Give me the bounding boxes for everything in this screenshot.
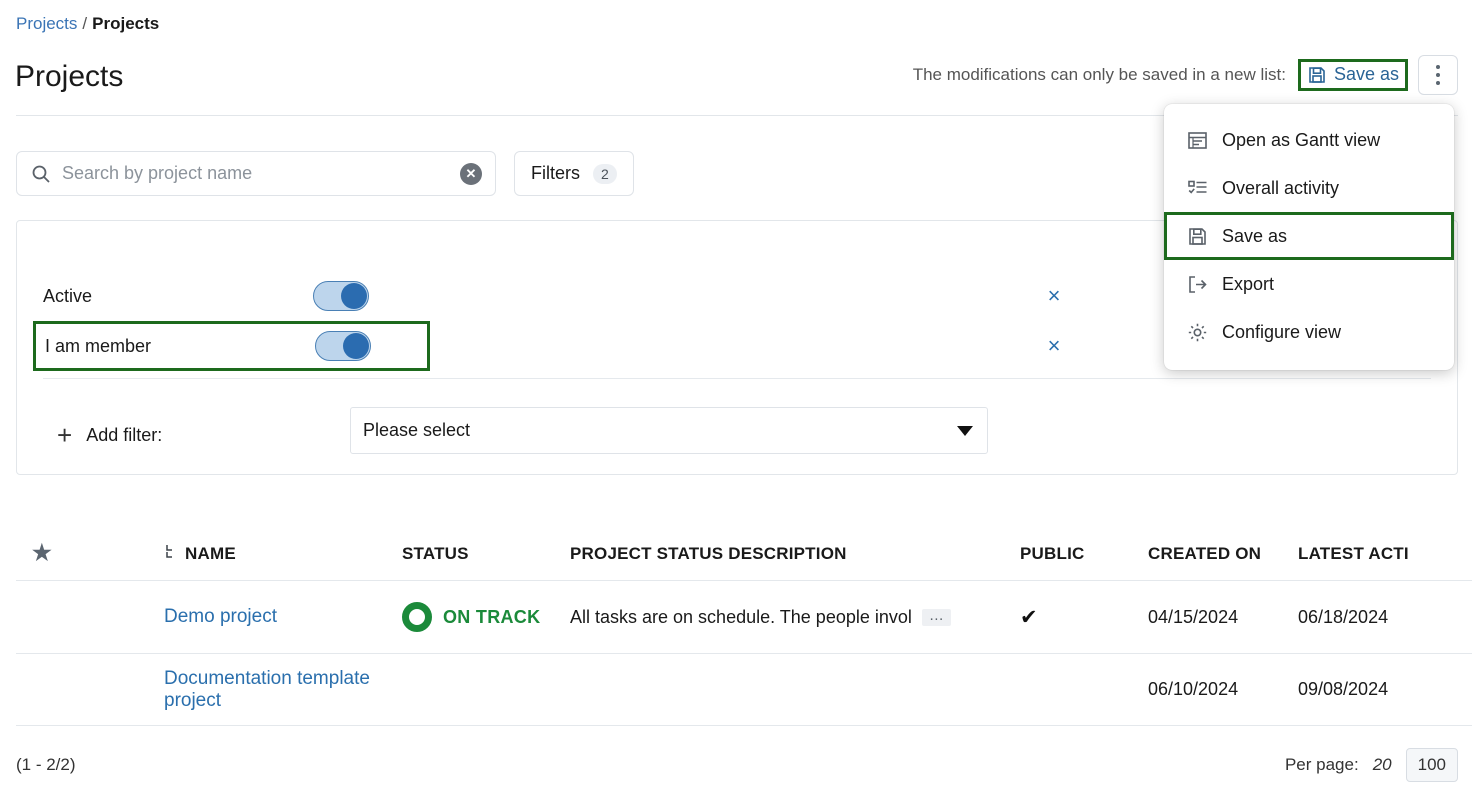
projects-table: ★ NAME STATUS PROJECT STATUS DESCRIPTION… [16, 528, 1472, 726]
filter-row-i-am-member: I am member [33, 321, 430, 371]
gear-icon [1186, 321, 1208, 343]
column-header-latest-activity[interactable]: LATEST ACTI [1298, 544, 1448, 564]
column-header-public[interactable]: PUBLIC [1020, 544, 1148, 564]
table-row: Demo project ON TRACK All tasks are on s… [16, 580, 1472, 653]
remove-filter-i-am-member[interactable]: × [1042, 334, 1066, 358]
menu-item-label: Open as Gantt view [1222, 130, 1380, 151]
chevron-down-icon [957, 426, 973, 436]
clear-search-icon[interactable]: ✕ [460, 163, 482, 185]
search-placeholder: Search by project name [62, 163, 460, 184]
kebab-dot-3 [1436, 81, 1440, 85]
add-filter-select-value: Please select [363, 420, 470, 441]
per-page-controls: Per page: 20 100 [1285, 748, 1458, 782]
filter-toggle-i-am-member[interactable] [315, 331, 371, 361]
menu-item-export[interactable]: Export [1164, 260, 1454, 308]
menu-item-label: Export [1222, 274, 1274, 295]
filter-toggle-active[interactable] [313, 281, 369, 311]
breadcrumb: Projects / Projects [16, 13, 159, 35]
row-name-cell: Demo project [82, 606, 402, 628]
filters-button-label: Filters [531, 163, 580, 184]
status-badge: ON TRACK [443, 607, 540, 628]
toggle-knob [341, 283, 367, 309]
project-status-description: All tasks are on schedule. The people in… [570, 607, 912, 628]
save-as-label: Save as [1334, 64, 1399, 85]
row-description-cell: All tasks are on schedule. The people in… [570, 607, 1020, 628]
menu-item-label: Save as [1222, 226, 1287, 247]
column-header-name[interactable]: NAME [82, 544, 402, 565]
add-filter-select[interactable]: Please select [350, 407, 988, 454]
per-page-option-20[interactable]: 20 [1373, 755, 1392, 775]
row-name-cell: Documentation template project [82, 668, 402, 712]
kebab-dot-1 [1436, 65, 1440, 69]
table-row: Documentation template project 06/10/202… [16, 653, 1472, 726]
per-page-option-100[interactable]: 100 [1406, 748, 1458, 782]
save-as-button[interactable]: Save as [1298, 59, 1408, 91]
menu-item-configure-view[interactable]: Configure view [1164, 308, 1454, 356]
add-filter-label: Add filter: [86, 425, 162, 446]
projects-page: Projects / Projects Projects The modificat… [0, 0, 1472, 799]
menu-item-save-as[interactable]: Save as [1164, 212, 1454, 260]
menu-item-open-as-gantt-view[interactable]: Open as Gantt view [1164, 116, 1454, 164]
save-disk-icon [1186, 225, 1208, 247]
more-actions-button[interactable] [1418, 55, 1458, 95]
breadcrumb-separator: / [82, 14, 87, 33]
column-header-status[interactable]: STATUS [402, 544, 570, 564]
search-icon [30, 163, 52, 185]
breadcrumb-current: Projects [92, 14, 159, 33]
save-note-text: The modifications can only be saved in a… [913, 63, 1286, 87]
project-link[interactable]: Demo project [164, 606, 277, 627]
row-created-on-cell: 04/15/2024 [1148, 607, 1298, 628]
menu-item-label: Configure view [1222, 322, 1341, 343]
toggle-knob [343, 333, 369, 359]
page-title: Projects [15, 58, 123, 96]
activity-list-icon [1186, 177, 1208, 199]
filters-button[interactable]: Filters 2 [514, 151, 634, 196]
page-toolbar: The modifications can only be saved in a… [913, 55, 1458, 95]
gantt-view-icon [1186, 129, 1208, 151]
column-header-favorite[interactable]: ★ [16, 543, 82, 565]
actions-dropdown-menu: Open as Gantt view Overall activity [1164, 104, 1454, 370]
hierarchy-icon [164, 544, 177, 565]
project-link[interactable]: Documentation template project [164, 668, 370, 711]
pagination-range: (1 - 2/2) [16, 755, 76, 775]
row-latest-activity-cell: 06/18/2024 [1298, 607, 1448, 628]
export-icon [1186, 273, 1208, 295]
menu-item-label: Overall activity [1222, 178, 1339, 199]
breadcrumb-link-projects[interactable]: Projects [16, 14, 77, 33]
row-latest-activity-cell: 09/08/2024 [1298, 679, 1448, 700]
filter-label-active: Active [43, 286, 313, 307]
kebab-dot-2 [1436, 73, 1440, 77]
save-disk-icon [1307, 65, 1327, 85]
status-circle-icon [402, 602, 432, 632]
table-header-row: ★ NAME STATUS PROJECT STATUS DESCRIPTION… [16, 528, 1472, 580]
column-header-created-on[interactable]: CREATED ON [1148, 544, 1298, 564]
expand-description-button[interactable]: … [922, 609, 951, 626]
star-icon: ★ [32, 540, 52, 565]
per-page-label: Per page: [1285, 755, 1359, 775]
menu-item-overall-activity[interactable]: Overall activity [1164, 164, 1454, 212]
row-created-on-cell: 06/10/2024 [1148, 679, 1298, 700]
check-icon: ✔ [1020, 606, 1038, 629]
filters-count-badge: 2 [593, 164, 617, 184]
row-public-cell: ✔ [1020, 605, 1148, 630]
remove-filter-active[interactable]: × [1042, 284, 1066, 308]
column-header-project-status-description[interactable]: PROJECT STATUS DESCRIPTION [570, 544, 1020, 564]
filter-divider [43, 378, 1431, 379]
add-filter-plus-icon: + [57, 425, 72, 445]
filter-label-i-am-member: I am member [45, 336, 315, 357]
search-input[interactable]: Search by project name ✕ [16, 151, 496, 196]
row-status-cell: ON TRACK [402, 602, 570, 632]
column-header-name-label: NAME [185, 544, 236, 564]
